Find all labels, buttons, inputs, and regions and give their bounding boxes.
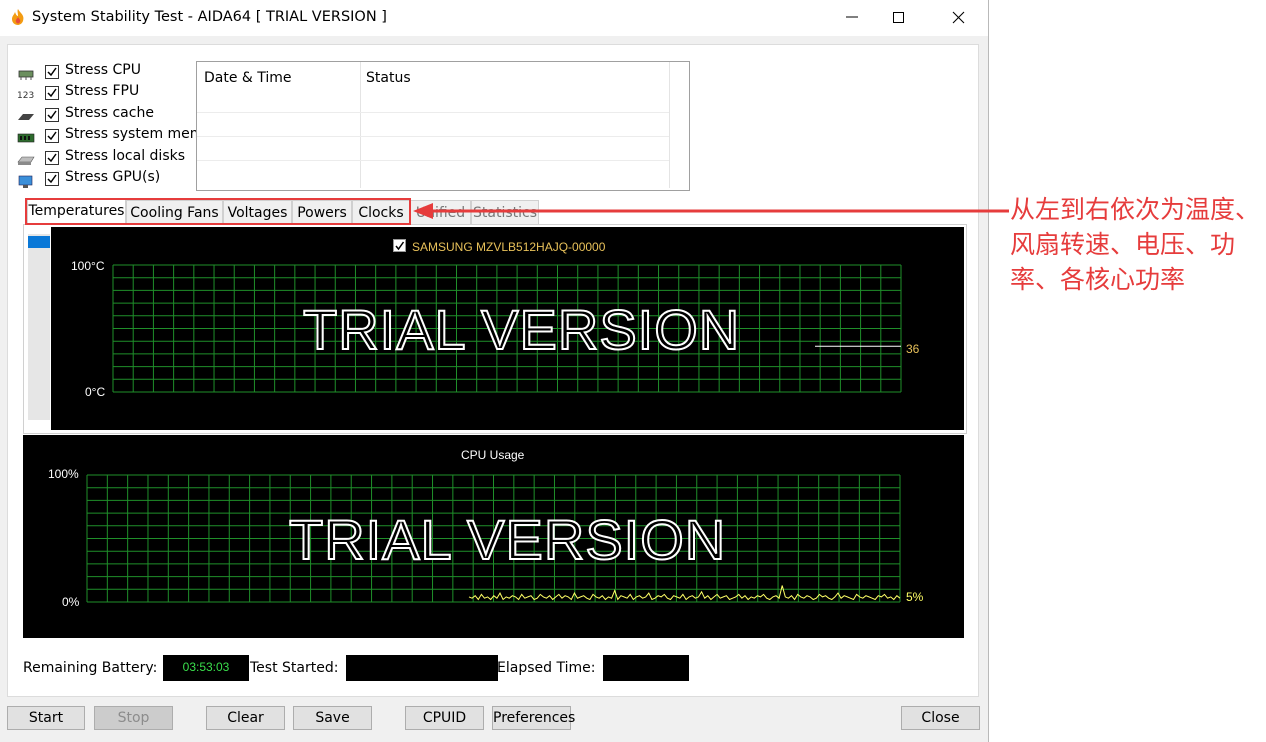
fpu-icon: 123 — [17, 89, 35, 101]
battery-value: 03:53:03 — [182, 660, 230, 674]
battery-value-box: 03:53:03 — [163, 655, 249, 681]
maximize-button[interactable] — [876, 0, 922, 34]
test-started-label: Test Started: — [250, 660, 339, 676]
stress-gpu-checkbox[interactable] — [45, 172, 59, 186]
stress-fpu-label: Stress FPU — [65, 83, 140, 99]
tabs-highlight-box — [25, 198, 411, 225]
elapsed-time-label: Elapsed Time: — [497, 660, 596, 676]
cpu-icon — [17, 68, 35, 80]
stress-disks-checkbox[interactable] — [45, 151, 59, 165]
cpu-graph-title: CPU Usage — [461, 448, 525, 462]
stress-options: Stress CPU 123 Stress FPU Stress cache S… — [17, 60, 197, 200]
temperature-graph: SAMSUNG MZVLB512HAJQ-00000 100°C 0°C 36 … — [51, 227, 964, 430]
svg-text:123: 123 — [17, 91, 34, 101]
stress-cache-checkbox[interactable] — [45, 108, 59, 122]
cpuid-button[interactable]: CPUID — [405, 706, 484, 730]
temp-legend-label: SAMSUNG MZVLB512HAJQ-00000 — [412, 240, 606, 254]
stress-memory-label: Stress system memo — [65, 126, 197, 142]
gpu-icon — [17, 175, 35, 188]
cpu-y-min-label: 0% — [62, 595, 80, 609]
temp-current-value: 36 — [906, 342, 920, 356]
stress-fpu-checkbox[interactable] — [45, 86, 59, 100]
temp-legend-checkbox[interactable] — [393, 239, 406, 252]
maximize-icon — [893, 12, 904, 23]
sensor-selector-strip[interactable] — [28, 234, 50, 420]
event-log-list[interactable]: Date & Time Status — [196, 61, 690, 191]
stress-cpu-label: Stress CPU — [65, 62, 141, 78]
memory-icon — [17, 132, 35, 144]
preferences-button[interactable]: Preferences — [492, 706, 575, 730]
cpu-trial-watermark: TRIAL VERSION — [288, 507, 727, 572]
temp-y-max-label: 100°C — [71, 259, 105, 273]
minimize-icon — [846, 16, 858, 18]
annotation-arrow-icon — [413, 203, 1009, 219]
temp-trial-watermark: TRIAL VERSION — [302, 297, 741, 362]
save-button[interactable]: Save — [293, 706, 372, 730]
test-started-value-box — [346, 655, 498, 681]
stop-button[interactable]: Stop — [94, 706, 173, 730]
stress-cpu-checkbox[interactable] — [45, 65, 59, 79]
elapsed-time-value-box — [603, 655, 689, 681]
stress-gpu-label: Stress GPU(s) — [65, 169, 161, 185]
title-bar[interactable]: System Stability Test - AIDA64 [ TRIAL V… — [0, 0, 988, 36]
disk-icon — [17, 154, 35, 166]
start-button[interactable]: Start — [7, 706, 85, 730]
stability-test-window: System Stability Test - AIDA64 [ TRIAL V… — [0, 0, 989, 742]
close-button[interactable]: Close — [901, 706, 980, 730]
clear-button[interactable]: Clear — [206, 706, 285, 730]
cpu-usage-graph: CPU Usage 100% 0% 5% TRIAL VERSION — [23, 435, 964, 638]
stress-disks-label: Stress local disks — [65, 148, 186, 164]
close-icon — [952, 11, 965, 24]
stress-memory-checkbox[interactable] — [45, 129, 59, 143]
annotation-note: 从左到右依次为温度、风扇转速、电压、功率、各核心功率 — [1010, 195, 1261, 294]
log-header-datetime[interactable]: Date & Time — [204, 70, 292, 86]
minimize-button[interactable] — [829, 0, 875, 34]
cache-icon — [17, 111, 35, 123]
aida64-flame-icon — [9, 8, 27, 26]
close-window-button[interactable] — [936, 0, 982, 34]
cpu-y-max-label: 100% — [48, 467, 79, 481]
stress-cache-label: Stress cache — [65, 105, 154, 121]
battery-label: Remaining Battery: — [23, 660, 158, 676]
window-title: System Stability Test - AIDA64 [ TRIAL V… — [32, 9, 387, 25]
cpu-current-value: 5% — [906, 590, 924, 604]
temp-y-min-label: 0°C — [85, 385, 106, 399]
selected-sensor-indicator — [28, 236, 50, 248]
log-header-status[interactable]: Status — [366, 70, 411, 86]
